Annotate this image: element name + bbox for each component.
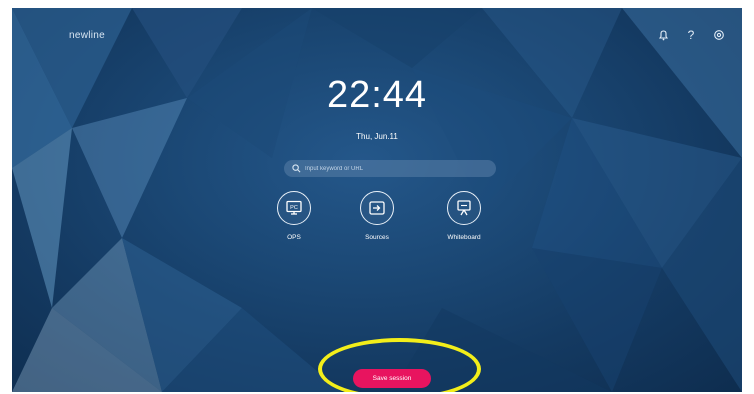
svg-text:PC: PC [290,205,298,211]
app-ops-label: OPS [287,234,301,241]
clock-date: Thu, Jun.11 [356,132,398,141]
help-icon-glyph: ? [687,28,695,42]
top-toolbar: ? [656,28,726,42]
search-icon [292,164,301,173]
settings-icon[interactable] [712,28,726,42]
whiteboard-icon [447,191,481,225]
app-launcher: PC OPS Sources Whiteboard [12,191,742,261]
search-input[interactable] [305,165,485,172]
sources-input-icon [360,191,394,225]
app-sources[interactable]: Sources [342,191,412,241]
app-ops[interactable]: PC OPS [259,191,329,241]
app-sources-label: Sources [365,234,389,241]
clock-time: 22:44 [326,74,428,116]
app-whiteboard[interactable]: Whiteboard [429,191,499,241]
highlight-annotation-circle [318,338,481,392]
brand-logo: newline [69,30,106,41]
search-bar[interactable] [284,160,496,177]
notification-bell-icon[interactable] [656,28,670,42]
help-icon[interactable]: ? [684,28,698,42]
app-whiteboard-label: Whiteboard [447,234,481,241]
ops-pc-icon: PC [277,191,311,225]
home-screen: newline ? 22:44 Thu, Jun.11 PC OPS Sourc… [12,8,742,392]
